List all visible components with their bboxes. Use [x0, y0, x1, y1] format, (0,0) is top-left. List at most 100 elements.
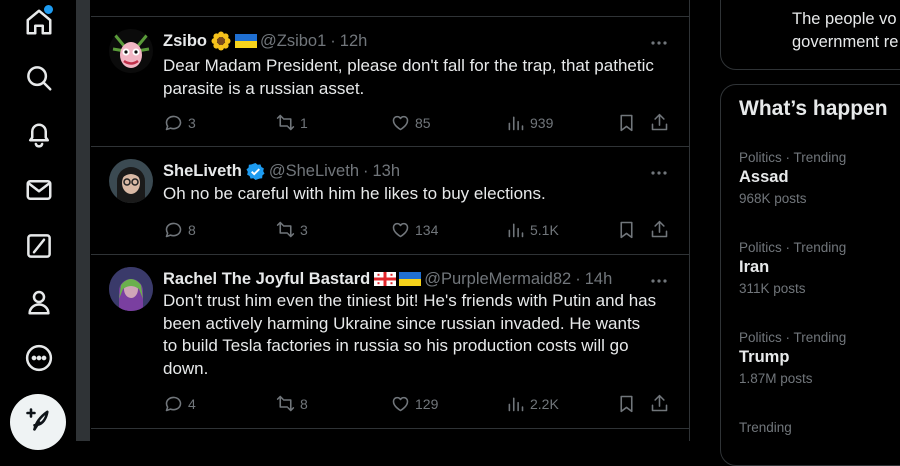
share-button[interactable]	[649, 219, 670, 240]
trend-item[interactable]: Politics · Trending Iran 311K posts	[739, 240, 900, 296]
author-handle[interactable]: @Zsibo1	[260, 32, 326, 51]
tweet-text: Dear Madam President, please don't fall …	[163, 56, 654, 98]
ukraine-flag-icon	[399, 272, 422, 286]
trend-meta: Politics · Trending	[739, 240, 847, 255]
views-button[interactable]: 5.1K	[505, 219, 559, 240]
views-icon	[508, 397, 524, 412]
like-button[interactable]: 134	[390, 219, 438, 240]
reply-icon	[165, 396, 182, 412]
trends-panel: What’s happen Politics · Trending Assad …	[720, 84, 900, 466]
share-icon	[651, 394, 668, 412]
trend-name: Trump	[739, 348, 790, 366]
author-name[interactable]: Rachel The Joyful Bastard	[163, 270, 370, 289]
share-button[interactable]	[649, 112, 670, 133]
explore-icon[interactable]	[24, 63, 54, 93]
tweet-actions: 4 8 129 2.2K	[163, 393, 673, 415]
trend-item[interactable]: Politics · Trending Assad 968K posts	[739, 150, 900, 206]
avatar[interactable]	[109, 159, 153, 203]
news-card-text-line-1: The people vo	[792, 10, 897, 28]
heart-icon	[392, 115, 409, 131]
trend-posts: 311K posts	[739, 281, 806, 296]
repost-button[interactable]: 8	[275, 393, 308, 414]
feed: Zsibo @Zsibo1 · 12h Dear Madam President…	[91, 0, 690, 441]
trend-item[interactable]: Politics · Trending Trump 1.87M posts	[739, 330, 900, 386]
reply-icon	[165, 222, 182, 238]
repost-count: 3	[300, 221, 308, 238]
notifications-icon[interactable]	[24, 119, 54, 149]
more-menu-icon[interactable]	[24, 343, 54, 373]
trend-meta: Trending	[739, 420, 792, 435]
tweet[interactable]: Zsibo @Zsibo1 · 12h Dear Madam President…	[91, 17, 689, 147]
news-card[interactable]: The people vo government re	[720, 0, 900, 70]
bookmark-icon	[620, 395, 633, 413]
tweet[interactable]: SheLiveth @SheLiveth · 13h Oh no be care…	[91, 147, 689, 255]
like-count: 85	[415, 114, 431, 131]
bookmark-button[interactable]	[616, 112, 637, 133]
messages-icon[interactable]	[24, 175, 54, 205]
left-nav	[0, 0, 76, 450]
repost-button[interactable]: 3	[275, 219, 308, 240]
scrollbar-gutter[interactable]	[76, 0, 90, 441]
news-card-text-line-2: government re	[792, 33, 899, 51]
author-handle[interactable]: @SheLiveth	[269, 162, 359, 181]
tweet-actions: 3 1 85 939	[163, 112, 673, 134]
views-button[interactable]: 939	[505, 112, 553, 133]
timestamp[interactable]: 13h	[373, 162, 401, 181]
reply-button[interactable]: 3	[163, 112, 196, 133]
trend-name: Assad	[739, 168, 789, 186]
avatar[interactable]	[109, 29, 153, 73]
repost-icon	[276, 221, 295, 238]
reply-count: 4	[188, 395, 196, 412]
more-options-icon[interactable]	[649, 33, 669, 53]
profile-icon[interactable]	[24, 287, 54, 317]
repost-icon	[276, 395, 295, 412]
tweet[interactable]: Rachel The Joyful Bastard @PurpleMermaid…	[91, 255, 689, 429]
author-handle[interactable]: @PurpleMermaid82	[424, 270, 571, 289]
trend-item[interactable]: Trending	[739, 420, 900, 435]
repost-count: 1	[300, 114, 308, 131]
views-icon	[508, 116, 524, 131]
timestamp[interactable]: 14h	[585, 270, 613, 289]
heart-icon	[392, 396, 409, 412]
timestamp[interactable]: 12h	[340, 32, 368, 51]
view-count: 2.2K	[530, 395, 559, 412]
views-button[interactable]: 2.2K	[505, 393, 559, 414]
like-button[interactable]: 129	[390, 393, 438, 414]
reply-count: 3	[188, 114, 196, 131]
home-icon[interactable]	[24, 4, 54, 37]
trends-title: What’s happen	[739, 97, 888, 120]
trend-meta: Politics · Trending	[739, 330, 847, 345]
notification-dot	[43, 4, 54, 15]
bookmark-button[interactable]	[616, 393, 637, 414]
compose-post-button[interactable]	[10, 394, 66, 450]
reply-icon	[165, 115, 182, 131]
trend-name: Iran	[739, 258, 770, 276]
trend-posts: 1.87M posts	[739, 371, 813, 386]
reply-button[interactable]: 8	[163, 219, 196, 240]
like-count: 134	[415, 221, 439, 238]
reply-count: 8	[188, 221, 196, 238]
share-icon	[651, 220, 668, 238]
more-options-icon[interactable]	[649, 163, 669, 183]
tweet-actions: 8 3 134 5.1K	[163, 219, 673, 241]
repost-icon	[276, 114, 295, 131]
share-icon	[651, 113, 668, 131]
heart-icon	[392, 222, 409, 238]
tweet-text: Don't trust him even the tiniest bit! He…	[163, 291, 657, 378]
view-count: 939	[530, 114, 554, 131]
author-name[interactable]: SheLiveth	[163, 162, 242, 181]
reply-button[interactable]: 4	[163, 393, 196, 414]
author-name[interactable]: Zsibo	[163, 32, 207, 51]
repost-button[interactable]: 1	[275, 112, 308, 133]
grok-icon[interactable]	[24, 231, 54, 261]
trend-meta: Politics · Trending	[739, 150, 847, 165]
right-sidebar: The people vo government re What’s happe…	[720, 0, 900, 466]
ukraine-flag-icon	[235, 34, 257, 48]
more-options-icon[interactable]	[649, 271, 669, 291]
verified-badge-icon	[246, 162, 265, 181]
repost-count: 8	[300, 395, 308, 412]
bookmark-button[interactable]	[616, 219, 637, 240]
avatar[interactable]	[109, 267, 153, 311]
share-button[interactable]	[649, 393, 670, 414]
like-button[interactable]: 85	[390, 112, 431, 133]
